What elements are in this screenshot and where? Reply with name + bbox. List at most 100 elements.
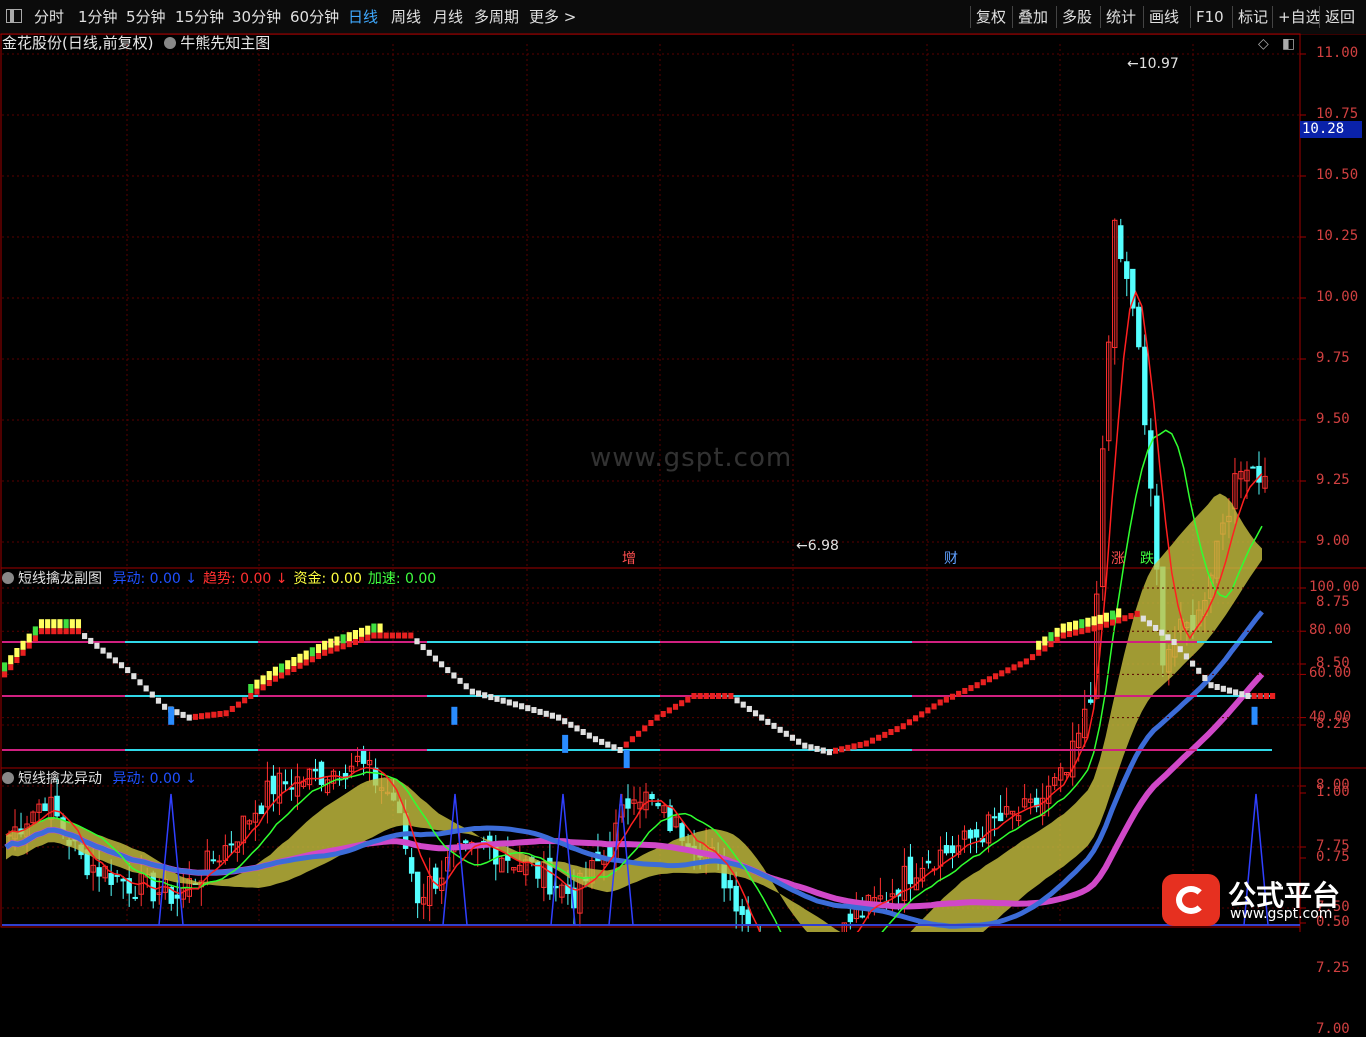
price-tick-label: 9.00 [1316,533,1350,549]
trend-block [543,710,549,717]
event-marker-1[interactable]: 财 [944,550,958,568]
trend-block [211,711,217,718]
trend-block [457,677,463,684]
candle-down [1250,466,1256,469]
trend-block [1189,660,1196,667]
dropdown-icon[interactable] [2,572,14,584]
price-tick-label: 9.50 [1316,411,1350,427]
trend-block [1146,620,1153,627]
trend-block [586,732,592,739]
trend-block [254,688,260,695]
trend-block [475,690,482,697]
event-marker-3[interactable]: 跌 [1140,550,1154,568]
trend-block [666,707,672,714]
fund-block [1097,614,1103,624]
price-tick-label: 10.75 [1316,106,1359,122]
fund-block [297,653,303,663]
trend-block [592,736,599,743]
abnormal-bar [168,706,175,725]
trend-block [1251,693,1257,699]
trend-block [112,657,118,664]
trend-block [445,667,451,674]
trend-block [235,701,242,708]
trend-block [697,693,703,699]
trend-block [285,669,291,676]
candle-down [973,829,980,838]
trend-block [1060,632,1066,639]
dropdown-icon[interactable] [2,772,14,784]
trend-block [45,628,51,635]
event-marker-0[interactable]: 增 [622,550,636,568]
trend-block [217,711,223,717]
price-tick-label: 10.25 [1316,228,1359,244]
trend-block [679,700,685,707]
sub-chart-name[interactable]: 短线擒龙副图 [18,571,102,587]
trend-block [617,747,623,753]
trend-block [155,697,162,704]
candle-down [114,874,120,877]
fund-block [38,619,45,629]
candle-down [96,867,102,877]
price-tick-label: 10.50 [1316,167,1359,183]
trend-block [500,697,506,704]
trend-block [611,744,617,751]
trend-block [1183,653,1189,660]
price-tick-label: 7.25 [1316,960,1350,976]
trend-block [605,741,611,748]
trend-block [808,744,814,751]
candle-down [282,781,289,785]
fund-block [1079,619,1085,629]
trend-block [789,734,796,741]
candle-down [655,802,661,807]
trend-block [900,723,906,730]
trend-block [654,714,660,721]
fund-block [278,663,285,673]
fund-block [266,671,272,681]
abnormal-bar [562,734,569,753]
trend-block [1079,628,1085,635]
trend-block [328,647,334,654]
trend-block [57,628,63,635]
trend-block [1165,634,1171,641]
event-marker-2[interactable]: 涨 [1111,550,1125,568]
trend-block [334,645,340,652]
candle-down [1142,346,1148,426]
trend-block [402,632,408,639]
trend-block [746,705,752,712]
trend-block [1005,667,1011,674]
candle-down [967,829,974,839]
trend-block [1066,631,1073,638]
trend-block [469,688,475,695]
trend-block [1103,621,1109,628]
trend-block [272,675,278,682]
price-tick-label: 9.75 [1316,350,1350,366]
fund-block [285,660,291,670]
trend-block [383,632,389,639]
candle-down [228,843,235,846]
trend-block [1140,615,1146,622]
trend-block [340,643,346,650]
fund-block [334,636,340,646]
trend-block [223,710,229,717]
price-tick-label: 8.75 [1316,594,1350,610]
fund-block [8,655,14,665]
fund-block [14,648,20,657]
bottom-chart-name[interactable]: 短线擒龙异动 [18,771,102,787]
trend-block [832,747,839,754]
trend-block [125,667,131,674]
trend-block [365,634,371,641]
trend-block [740,701,746,708]
fund-block [1109,610,1116,620]
trend-block [672,703,679,710]
trend-block [32,635,38,642]
trend-block [574,725,580,732]
fund-block [254,679,260,689]
trend-block [949,693,956,700]
candle-down [312,768,319,772]
trend-block [1091,625,1097,632]
fund-block [1091,616,1097,626]
trend-block [1257,693,1263,699]
trend-block [1042,645,1048,652]
candle-down [625,798,631,809]
trend-block [248,693,254,699]
